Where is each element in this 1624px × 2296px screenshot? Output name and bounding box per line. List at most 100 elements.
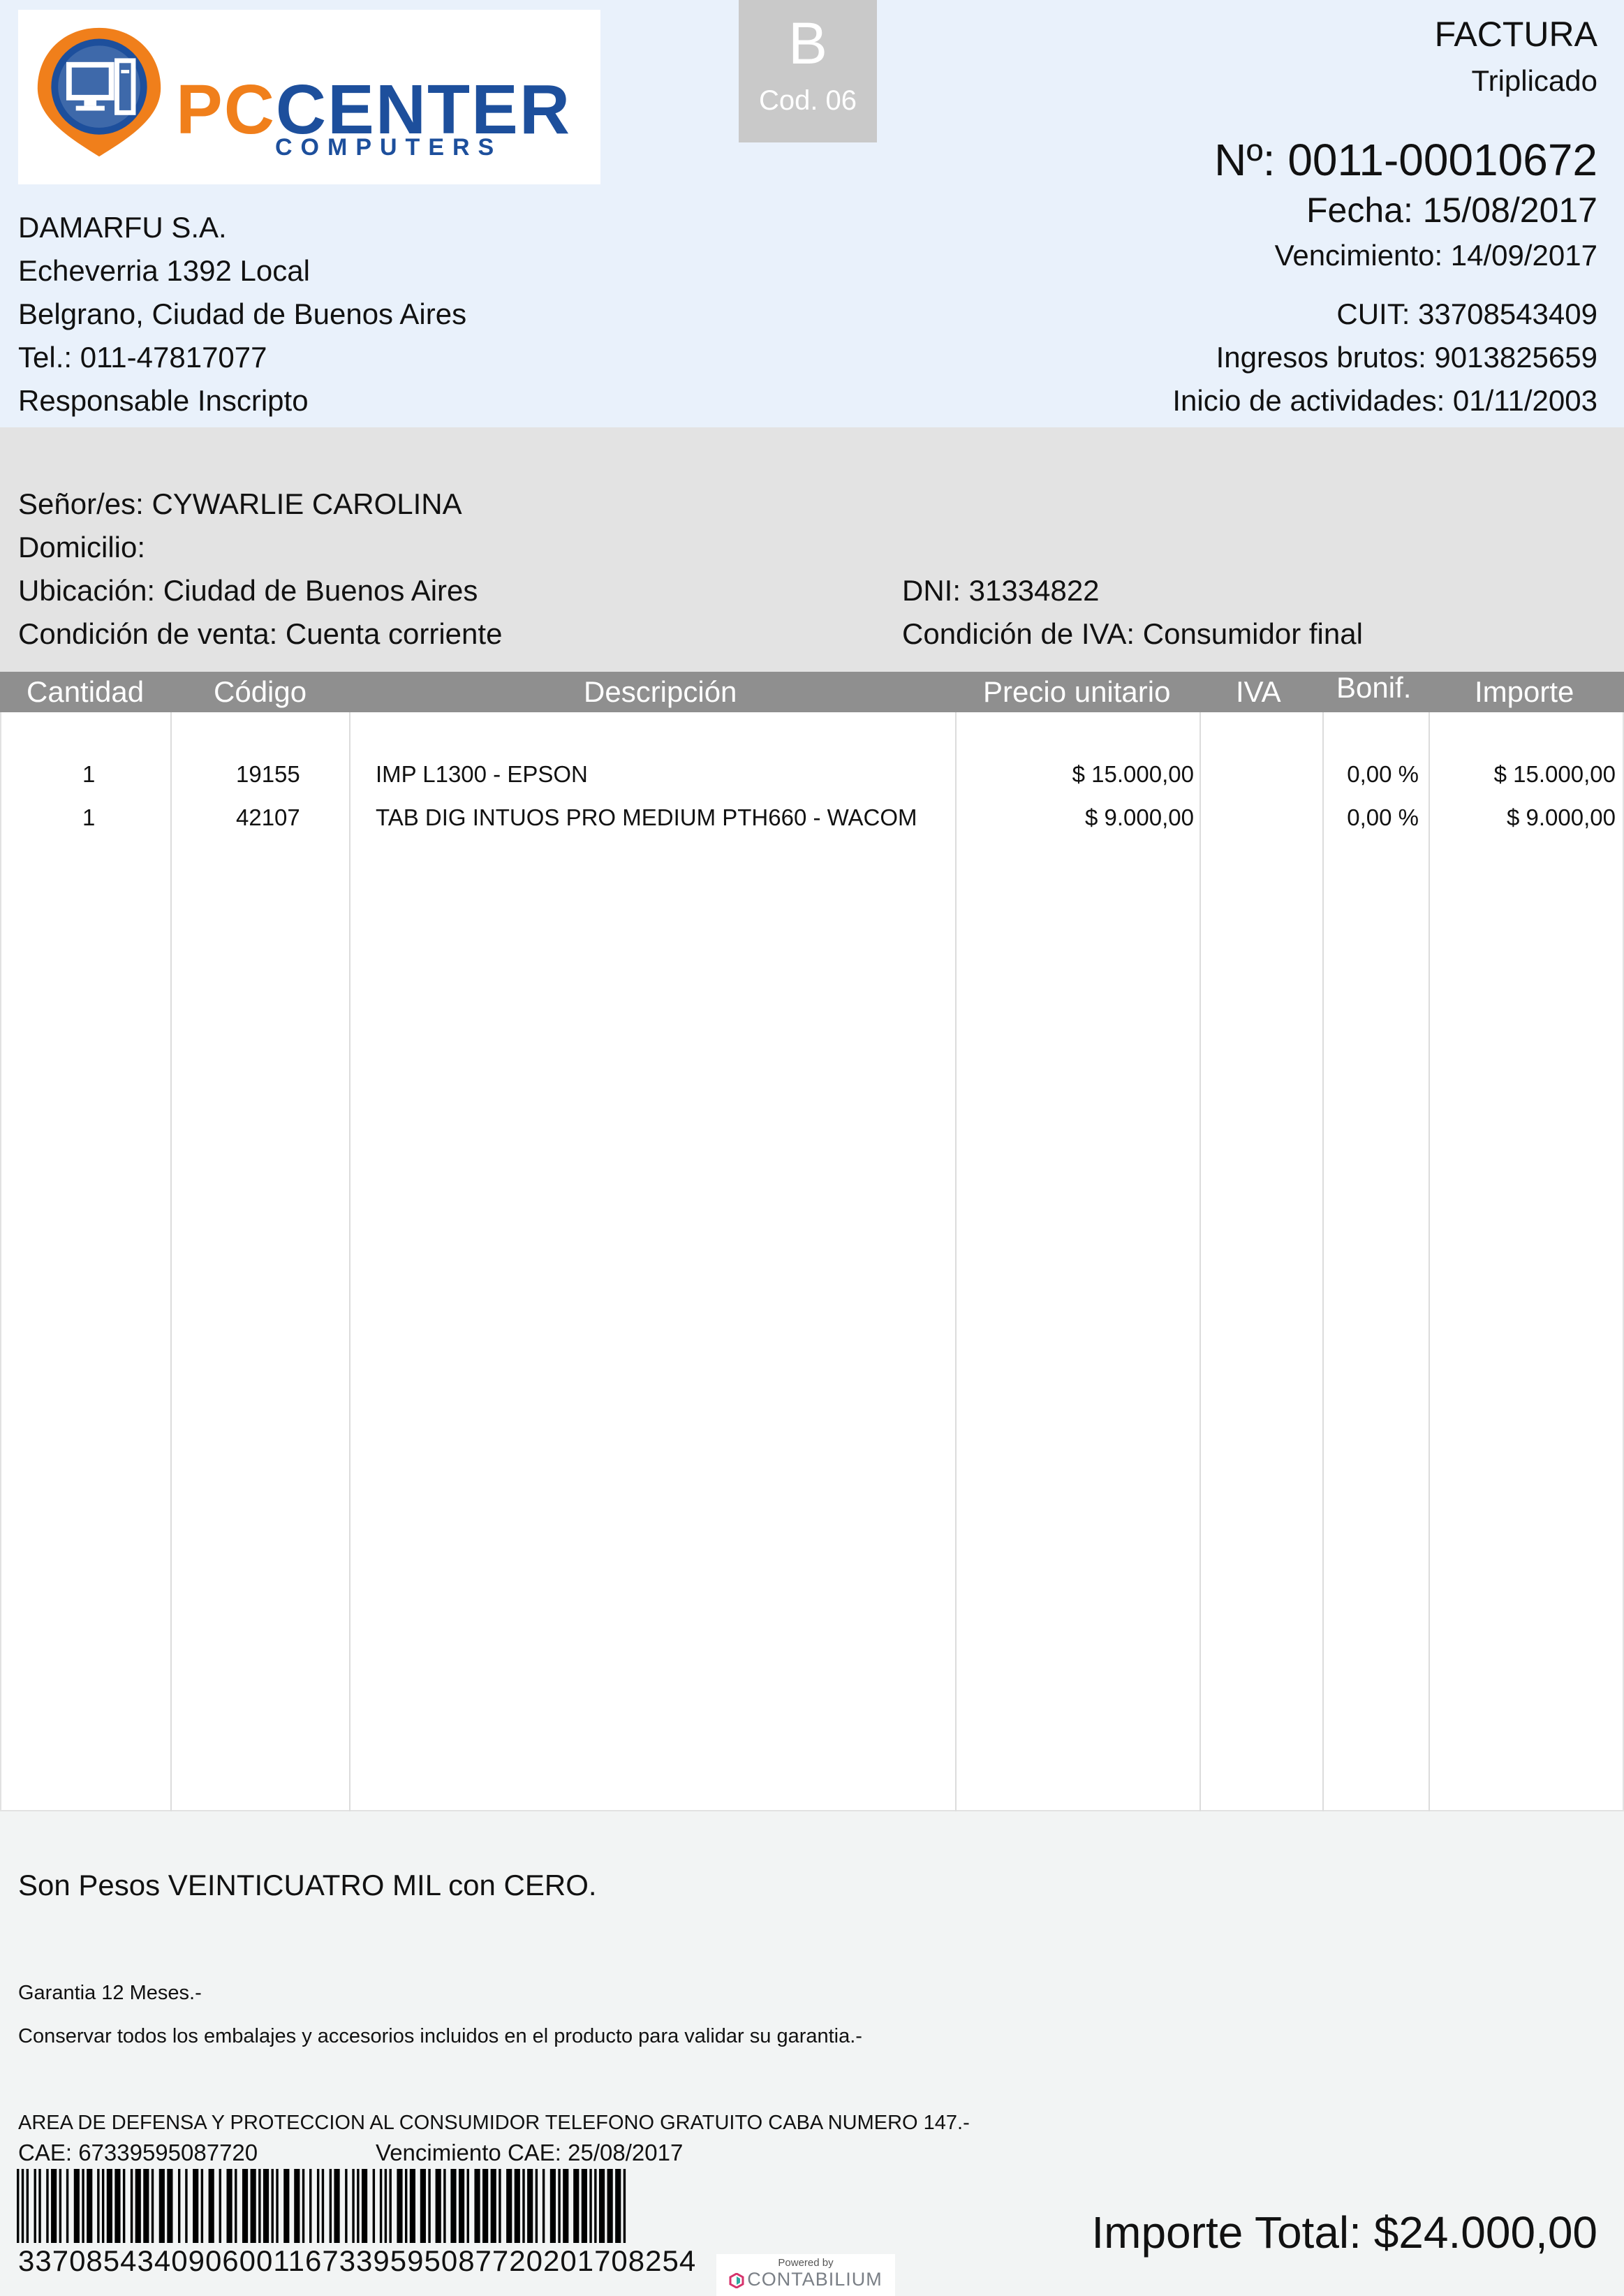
logo-word-pc: PC <box>176 71 276 149</box>
barcode-bar <box>458 2169 465 2243</box>
company-gross-income: Ingresos brutos: 9013825659 <box>1216 341 1597 374</box>
consumer-protection-note: AREA DE DEFENSA Y PROTECCION AL CONSUMID… <box>18 2112 970 2134</box>
barcode-bar <box>594 2169 597 2243</box>
barcode-bar <box>177 2169 181 2243</box>
barcode-bar <box>409 2169 415 2243</box>
barcode-bar <box>514 2169 520 2243</box>
barcode-bar <box>309 2169 312 2243</box>
barcode-bar <box>558 2169 561 2243</box>
barcode-bar <box>73 2169 80 2243</box>
barcode-bar <box>581 2169 587 2243</box>
item-unit-price: $ 9.000,00 <box>1085 804 1194 830</box>
item-unit-price: $ 15.000,00 <box>1072 761 1194 787</box>
powered-by-brand: CONTABILIUM <box>747 2269 883 2290</box>
barcode-bar <box>506 2169 512 2243</box>
barcode-bar <box>122 2169 126 2243</box>
barcode-bar <box>17 2169 20 2243</box>
cae-due-date: Vencimiento CAE: 25/08/2017 <box>376 2140 684 2165</box>
barcode-bar <box>389 2169 392 2243</box>
barcode-bar <box>420 2169 426 2243</box>
column-divider <box>1199 712 1201 1811</box>
barcode-bar <box>185 2169 188 2243</box>
barcode-bar <box>589 2169 592 2243</box>
item-discount: 0,00 % <box>1347 804 1419 830</box>
barcode-bar <box>372 2169 376 2243</box>
invoice-total: Importe Total: $24.000,00 <box>1091 2207 1597 2258</box>
barcode-bar <box>316 2169 320 2243</box>
barcode-bar <box>345 2169 348 2243</box>
invoice-type-letter: B <box>788 10 828 76</box>
column-divider <box>170 712 172 1811</box>
invoice-page: PCCENTER COMPUTERS B Cod. 06 FACTURA Tri… <box>0 0 1624 2296</box>
invoice-type-box: B Cod. 06 <box>739 0 877 142</box>
powered-by-label: Powered by <box>778 2257 834 2269</box>
barcode-bar <box>563 2169 569 2243</box>
barcode-bar <box>302 2169 305 2243</box>
barcode-bar <box>443 2169 446 2243</box>
barcode-bar <box>549 2169 556 2243</box>
barcode-bar <box>482 2169 489 2243</box>
barcode-bar <box>34 2169 36 2243</box>
barcode-bar <box>522 2169 525 2243</box>
barcode-bar <box>450 2169 457 2243</box>
barcode-bar <box>46 2169 49 2243</box>
invoice-due-date: Vencimiento: 14/09/2017 <box>1274 239 1597 272</box>
barcode-bar <box>200 2169 204 2243</box>
barcode-bar <box>466 2169 469 2243</box>
column-header-description: Descripción <box>584 675 737 708</box>
barcode-bar <box>235 2169 237 2243</box>
barcode-bar <box>283 2169 290 2243</box>
barcode-bar <box>321 2169 325 2243</box>
items-table <box>0 712 1624 1811</box>
barcode-bar <box>499 2169 501 2243</box>
barcode-bar <box>598 2169 605 2243</box>
amount-in-words: Son Pesos VEINTICUATRO MIL con CERO. <box>18 1869 597 1901</box>
client-sale-condition: Condición de venta: Cuenta corriente <box>18 617 503 650</box>
barcode-bar <box>542 2169 545 2243</box>
cae-number: CAE: 67339595087720 <box>18 2140 258 2165</box>
column-header-vat: IVA <box>1236 675 1281 708</box>
barcode-bar <box>208 2169 214 2243</box>
barcode-bar <box>357 2169 360 2243</box>
barcode-bar <box>193 2169 199 2243</box>
barcode-bar <box>59 2169 62 2243</box>
company-activity-start: Inicio de actividades: 01/11/2003 <box>1172 384 1597 417</box>
barcode-bar <box>51 2169 57 2243</box>
client-name: Señor/es: CYWARLIE CAROLINA <box>18 487 462 520</box>
client-location: Ubicación: Ciudad de Buenos Aires <box>18 574 478 607</box>
barcode-bar <box>130 2169 133 2243</box>
client-dni: DNI: 31334822 <box>902 574 1100 607</box>
item-discount: 0,00 % <box>1347 761 1419 787</box>
logo-subtitle: COMPUTERS <box>275 134 503 161</box>
barcode-bar <box>404 2169 408 2243</box>
item-amount: $ 9.000,00 <box>1507 804 1616 830</box>
barcode-bar <box>276 2169 279 2243</box>
barcode-bar <box>250 2169 256 2243</box>
barcode-bar <box>379 2169 383 2243</box>
company-phone: Tel.: 011-47817077 <box>18 341 267 374</box>
barcode-bar <box>329 2169 332 2243</box>
barcode-bar <box>38 2169 41 2243</box>
barcode-bar <box>352 2169 355 2243</box>
invoice-number: Nº: 0011-00010672 <box>1214 135 1597 185</box>
items-table-header: Cantidad Código Descripción Precio unita… <box>0 671 1624 712</box>
barcode-bar <box>384 2169 387 2243</box>
client-address: Domicilio: <box>18 531 146 564</box>
company-name: DAMARFU S.A. <box>18 211 227 244</box>
barcode <box>17 2169 626 2243</box>
barcode-bar <box>294 2169 300 2243</box>
barcode-bar <box>334 2169 340 2243</box>
company-address: Echeverria 1392 Local <box>18 254 310 287</box>
barcode-bar <box>435 2169 441 2243</box>
barcode-bar <box>607 2169 613 2243</box>
barcode-bar <box>361 2169 368 2243</box>
invoice-type-code: Cod. 06 <box>758 85 857 116</box>
barcode-bar <box>271 2169 274 2243</box>
item-code: 42107 <box>236 804 300 830</box>
barcode-bar <box>242 2169 249 2243</box>
column-divider <box>955 712 957 1811</box>
barcode-bar <box>151 2169 154 2243</box>
column-header-code: Código <box>214 675 307 708</box>
invoice-date: Fecha: 15/08/2017 <box>1306 191 1597 230</box>
barcode-bar <box>263 2169 270 2243</box>
